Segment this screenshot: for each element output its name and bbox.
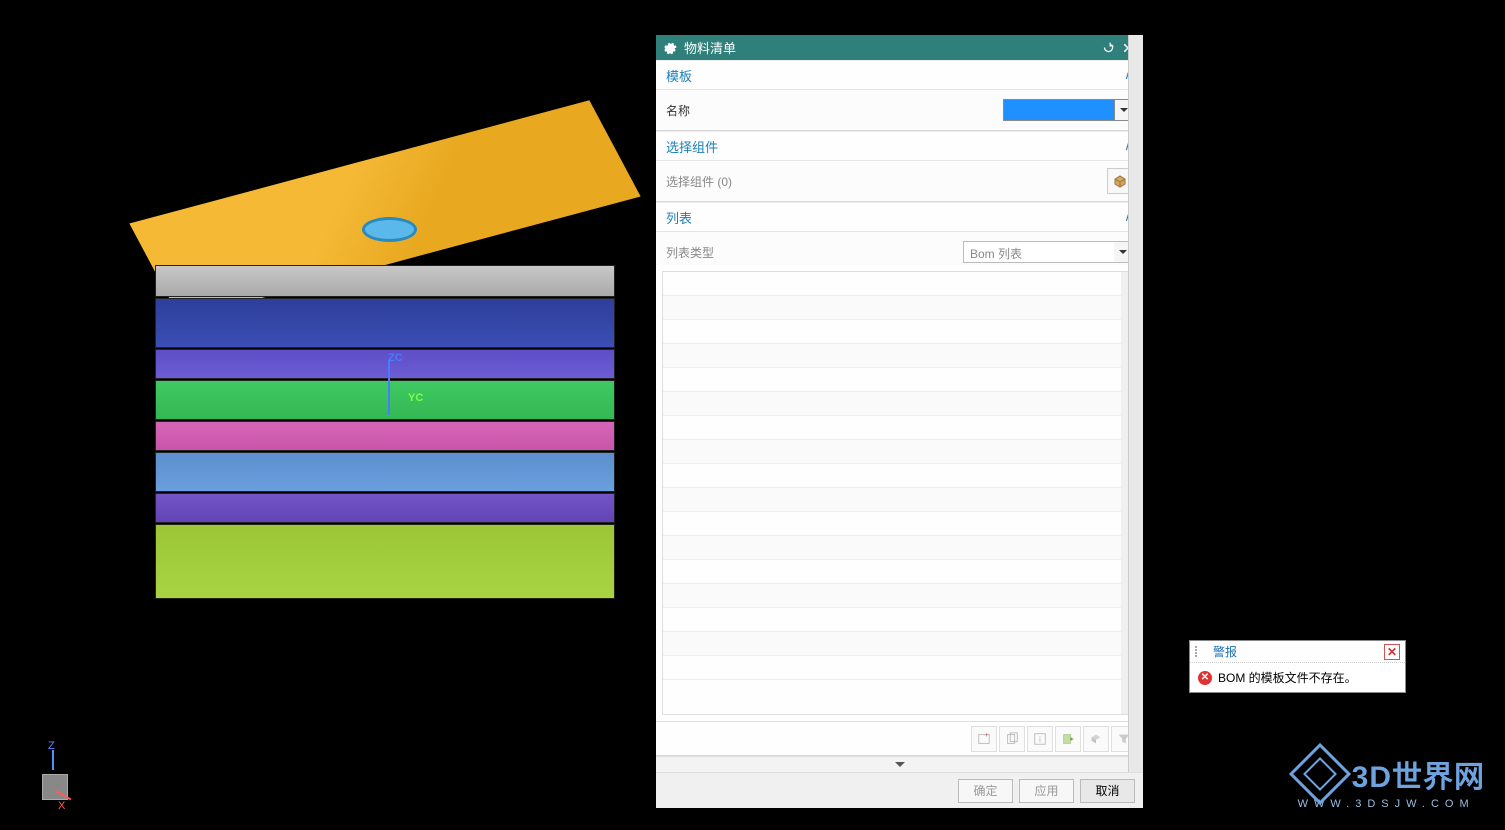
table-row[interactable] <box>663 344 1136 368</box>
table-row[interactable] <box>663 272 1136 296</box>
alert-header[interactable]: 警报 ✕ <box>1190 641 1405 663</box>
x-axis-label: X <box>58 800 65 812</box>
watermark-main: 3D世界网 <box>1352 752 1485 796</box>
table-row[interactable] <box>663 296 1136 320</box>
list-section-header[interactable]: 列表 ∧ <box>656 202 1143 232</box>
combo-field[interactable] <box>1004 100 1114 120</box>
gear-icon[interactable] <box>663 41 677 55</box>
copy-icon[interactable] <box>999 726 1025 752</box>
plate-layer <box>155 380 615 420</box>
list-toolbar: i <box>656 721 1143 755</box>
alert-message: BOM 的模板文件不存在。 <box>1218 669 1357 686</box>
table-row[interactable] <box>663 320 1136 344</box>
expand-toggle[interactable] <box>656 756 1143 772</box>
export-icon[interactable] <box>1055 726 1081 752</box>
list-type-label: 列表类型 <box>666 244 963 261</box>
table-row[interactable] <box>663 440 1136 464</box>
dialog-title: 物料清单 <box>684 38 1096 57</box>
zc-axis-line <box>388 360 390 415</box>
list-type-combo[interactable]: Bom 列表 <box>963 241 1133 263</box>
view-icon[interactable] <box>1083 726 1109 752</box>
cancel-button[interactable]: 取消 <box>1080 779 1135 803</box>
close-icon[interactable]: ✕ <box>1384 644 1400 660</box>
section-title: 选择组件 <box>666 137 1124 156</box>
plate-layer <box>155 524 615 599</box>
plate-layer <box>155 452 615 492</box>
bom-dialog: 物料清单 模板 ∧ 名称 选择组件 ∧ <box>656 35 1143 808</box>
select-component-section: 选择组件 ∧ 选择组件 (0) <box>656 131 1143 202</box>
watermark-sub: WWW.3DSJW.COM <box>1298 798 1485 810</box>
alert-popup: 警报 ✕ ✕ BOM 的模板文件不存在。 <box>1189 640 1406 693</box>
mold-assembly-model[interactable] <box>155 155 615 595</box>
plate-stack <box>155 265 615 600</box>
grip-icon[interactable] <box>1195 646 1205 657</box>
plate-layer <box>155 493 615 523</box>
dialog-scrollbar[interactable] <box>1128 35 1143 772</box>
plate-layer <box>155 349 615 379</box>
error-icon: ✕ <box>1198 671 1212 685</box>
apply-button[interactable]: 应用 <box>1019 779 1074 803</box>
plate-layer <box>155 421 615 451</box>
yc-axis-label: YC <box>408 392 423 404</box>
table-row[interactable] <box>663 584 1136 608</box>
ok-button[interactable]: 确定 <box>958 779 1013 803</box>
select-component-header[interactable]: 选择组件 ∧ <box>656 131 1143 161</box>
view-triad[interactable]: Z X <box>30 740 80 800</box>
table-row[interactable] <box>663 464 1136 488</box>
locating-ring <box>362 217 417 242</box>
template-section-header[interactable]: 模板 ∧ <box>656 60 1143 90</box>
table-row[interactable] <box>663 512 1136 536</box>
plate-layer <box>155 265 615 297</box>
dialog-titlebar[interactable]: 物料清单 <box>656 35 1143 60</box>
plate-layer <box>155 298 615 348</box>
watermark-logo-icon <box>1289 743 1351 805</box>
list-section: 列表 ∧ 列表类型 Bom 列表 <box>656 202 1143 756</box>
svg-text:i: i <box>1039 734 1041 744</box>
combo-field: Bom 列表 <box>964 242 1114 262</box>
table-row[interactable] <box>663 560 1136 584</box>
viewport-3d[interactable]: ZC YC Z X <box>0 0 656 830</box>
table-row[interactable] <box>663 488 1136 512</box>
table-row[interactable] <box>663 392 1136 416</box>
table-row[interactable] <box>663 416 1136 440</box>
bom-list-grid[interactable] <box>662 271 1137 715</box>
alert-title: 警报 <box>1213 643 1384 660</box>
dialog-button-bar: 确定 应用 取消 <box>656 772 1143 808</box>
select-component-label: 选择组件 (0) <box>666 173 1107 190</box>
template-section: 模板 ∧ 名称 <box>656 60 1143 131</box>
name-label: 名称 <box>666 102 1003 119</box>
template-name-combo[interactable] <box>1003 99 1133 121</box>
new-row-icon[interactable] <box>971 726 997 752</box>
reset-icon[interactable] <box>1100 40 1116 56</box>
table-row[interactable] <box>663 656 1136 680</box>
zc-axis-label: ZC <box>388 352 403 364</box>
z-axis-line <box>52 750 54 770</box>
table-row[interactable] <box>663 632 1136 656</box>
section-title: 列表 <box>666 208 1124 227</box>
alert-body: ✕ BOM 的模板文件不存在。 <box>1190 663 1405 692</box>
table-row[interactable] <box>663 536 1136 560</box>
table-row[interactable] <box>663 608 1136 632</box>
table-row[interactable] <box>663 368 1136 392</box>
watermark: 3D世界网 WWW.3DSJW.COM <box>1298 752 1485 810</box>
info-icon[interactable]: i <box>1027 726 1053 752</box>
section-title: 模板 <box>666 66 1124 85</box>
